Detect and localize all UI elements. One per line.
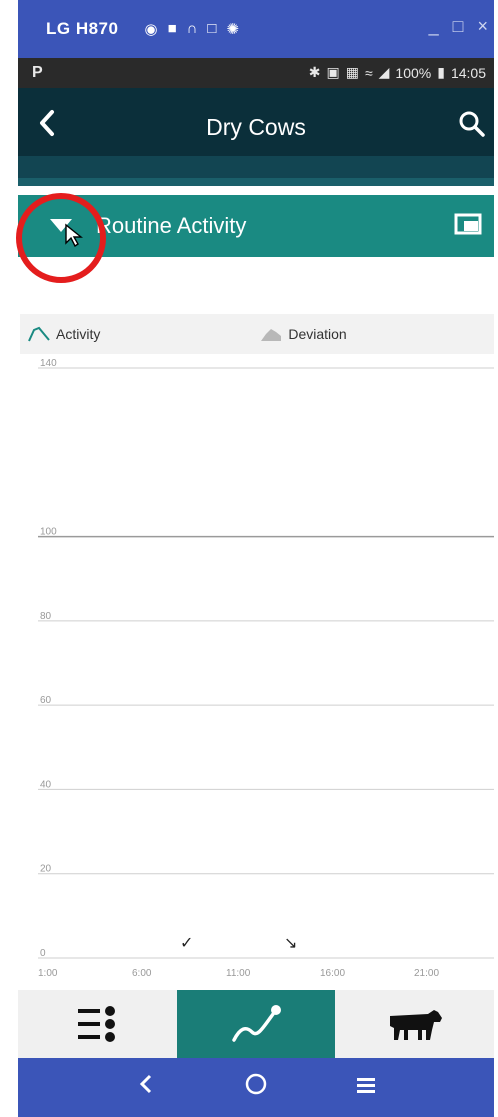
system-back-button[interactable] — [126, 1073, 166, 1102]
nav-chart-button[interactable] — [176, 990, 336, 1058]
video-icon[interactable]: ■ — [168, 20, 177, 38]
y-tick-label: 20 — [40, 864, 52, 875]
cow-icon — [389, 1010, 442, 1040]
nav-cow-button[interactable] — [335, 990, 494, 1058]
app-header: Dry Cows — [18, 88, 494, 186]
activity-chart: 020406080100140 1:00 6:00 11:00 16:00 21:00 … — [38, 358, 494, 979]
y-tick-label: 0 — [40, 948, 46, 959]
home-circle-icon — [245, 1073, 267, 1095]
legend-activity-label: Activity — [56, 326, 101, 342]
status-icons: ✱ ▣ ▦ ≈ ◢ 100% ▮ 14:05 — [309, 64, 486, 81]
emulator-toolbar: ◉ ■ ∩ □ ✺ — [144, 20, 239, 38]
x-tick-label: 21:00 — [414, 968, 439, 979]
emulator-title-bar: LG H870 ◉ ■ ∩ □ ✺ _ □ × — [18, 0, 494, 58]
minimize-button[interactable]: _ — [429, 16, 439, 37]
search-button[interactable] — [458, 110, 488, 140]
bottom-navigation — [18, 990, 494, 1058]
fullscreen-chart-icon[interactable] — [454, 213, 482, 235]
system-navigation-bar — [18, 1058, 494, 1117]
maximize-button[interactable]: □ — [453, 16, 464, 37]
clock: 14:05 — [450, 64, 486, 81]
headset-icon[interactable]: ∩ — [187, 20, 198, 38]
left-frame-border — [0, 0, 18, 1117]
carrier-icon: P — [32, 64, 43, 81]
chart-legend: Activity Deviation — [20, 314, 494, 354]
y-tick-label: 100 — [40, 527, 57, 538]
highlight-circle — [16, 193, 106, 283]
system-home-button[interactable] — [236, 1072, 276, 1103]
insemination-icon: ✓ — [180, 935, 193, 952]
x-tick-label: 11:00 — [226, 968, 251, 979]
bluetooth-icon: ✱ — [308, 64, 321, 80]
vibrate-icon: ▦ — [345, 64, 359, 80]
x-tick-label: 16:00 — [320, 968, 345, 979]
system-menu-button[interactable] — [346, 1074, 386, 1102]
section-title: Routine Activity — [96, 213, 247, 238]
menu-icon — [357, 1077, 375, 1093]
close-button[interactable]: × — [477, 16, 488, 37]
fullscreen-icon[interactable]: □ — [207, 20, 216, 38]
search-icon — [459, 111, 485, 137]
y-tick-label: 80 — [40, 611, 52, 622]
signal-icon: ◢ — [378, 64, 390, 80]
event-marker-icon: ↘ — [284, 935, 297, 952]
page-title: Dry Cows — [206, 114, 306, 140]
gear-icon[interactable]: ✺ — [226, 20, 239, 38]
battery-percent: 100% — [395, 64, 432, 81]
y-tick-label: 60 — [40, 695, 52, 706]
nfc-icon: ▣ — [326, 64, 340, 80]
chevron-left-icon — [139, 1074, 152, 1094]
status-bar: P ✱ ▣ ▦ ≈ ◢ 100% ▮ 14:05 — [18, 58, 494, 88]
activity-line-icon — [28, 326, 50, 342]
x-tick-label: 1:00 — [38, 968, 58, 979]
battery-icon: ▮ — [437, 64, 445, 80]
right-frame-border — [494, 0, 498, 1117]
legend-deviation[interactable]: Deviation — [260, 326, 347, 342]
trend-line-icon — [232, 1005, 281, 1042]
header-band-accent — [18, 178, 494, 186]
chart-grid — [38, 367, 494, 959]
deviation-area-icon — [261, 329, 282, 341]
y-axis-labels: 0 20 40 60 80 100 140 — [40, 358, 57, 959]
camera-icon[interactable]: ◉ — [144, 20, 157, 38]
x-tick-label: 6:00 — [132, 968, 152, 979]
nav-list-button[interactable] — [18, 990, 177, 1058]
event-markers: ✓ ↘ — [180, 935, 297, 952]
wifi-icon: ≈ — [364, 64, 373, 81]
list-icon — [78, 1006, 116, 1042]
x-axis-labels: 1:00 6:00 11:00 16:00 21:00 — [38, 968, 439, 979]
window-controls: _ □ × — [429, 16, 488, 37]
legend-activity[interactable]: Activity — [28, 326, 100, 342]
emulator-title: LG H870 — [46, 19, 119, 38]
y-tick-label: 40 — [40, 779, 52, 790]
header-band — [18, 156, 494, 178]
legend-deviation-label: Deviation — [288, 326, 347, 342]
y-tick-label: 140 — [40, 358, 57, 369]
